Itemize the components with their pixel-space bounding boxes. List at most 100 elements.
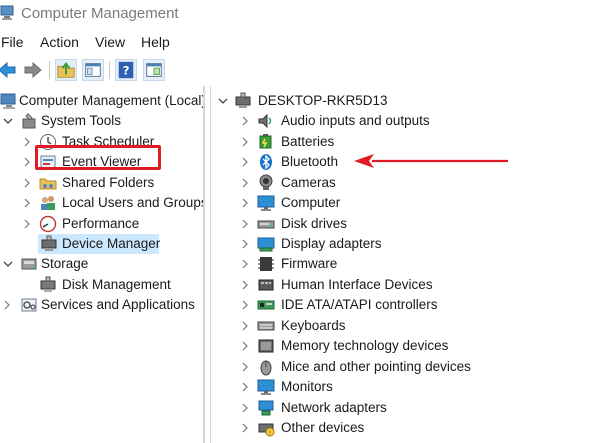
mouse-icon [260, 360, 272, 376]
device-category-label: Audio inputs and outputs [281, 113, 430, 128]
chevron-right-icon[interactable] [24, 157, 30, 167]
menu-file[interactable]: File [1, 34, 24, 50]
chevron-right-icon[interactable] [4, 300, 10, 310]
memory-icon [258, 339, 274, 353]
chevron-right-icon[interactable] [24, 137, 30, 147]
device-category-batteries[interactable]: Batteries [211, 132, 602, 152]
chevron-down-icon[interactable] [3, 261, 13, 267]
device-category-audio[interactable]: Audio inputs and outputs [211, 111, 602, 131]
tree-item-label: Local Users and Groups [62, 195, 205, 210]
unknown-device-icon: ! [258, 423, 275, 437]
device-category-firmware[interactable]: Firmware [211, 254, 602, 274]
display-adapter-icon [257, 237, 275, 252]
chevron-right-icon[interactable] [242, 239, 248, 249]
chevron-right-icon[interactable] [242, 116, 248, 126]
storage-icon [21, 258, 37, 270]
bluetooth-icon [260, 154, 272, 170]
menu-view[interactable]: View [95, 34, 125, 50]
device-category-label: Batteries [281, 134, 335, 149]
battery-icon [259, 134, 272, 149]
tree-item-shared-folders[interactable]: Shared Folders [0, 173, 203, 193]
network-adapter-icon [258, 400, 274, 416]
computer-management-icon [0, 93, 16, 109]
console-tree-pane[interactable]: Computer Management (Local) System Tools… [0, 86, 205, 443]
device-category-mice[interactable]: Mice and other pointing devices [211, 357, 602, 377]
device-category-disk-drives[interactable]: Disk drives [211, 214, 602, 234]
firmware-chip-icon [258, 257, 274, 271]
chevron-down-icon[interactable] [218, 98, 228, 104]
performance-icon [39, 215, 57, 233]
chevron-right-icon[interactable] [242, 178, 248, 188]
device-category-hid[interactable]: Human Interface Devices [211, 275, 602, 295]
tree-item-computer-management[interactable]: Computer Management (Local) [0, 91, 205, 111]
annotation-highlight-box [35, 145, 161, 170]
tree-item-label: Computer Management (Local) [19, 93, 205, 108]
tree-item-disk-management[interactable]: Disk Management [0, 275, 203, 295]
chevron-right-icon[interactable] [242, 157, 248, 167]
speaker-icon [258, 113, 272, 129]
annotation-arrow [354, 154, 508, 168]
device-tree-root[interactable]: DESKTOP-RKR5D13 [211, 91, 602, 111]
chevron-right-icon[interactable] [242, 259, 248, 269]
computer-management-app-icon [0, 5, 14, 20]
device-category-label: Memory technology devices [281, 338, 449, 353]
chevron-right-icon[interactable] [242, 280, 248, 290]
device-category-other-devices[interactable]: ! Other devices [211, 418, 602, 438]
keyboard-icon [257, 321, 275, 331]
chevron-right-icon[interactable] [242, 362, 248, 372]
device-category-label: Bluetooth [281, 154, 339, 169]
tree-item-storage[interactable]: Storage [0, 254, 203, 274]
chevron-right-icon[interactable] [242, 321, 248, 331]
chevron-down-icon[interactable] [3, 118, 13, 124]
device-tree-pane[interactable]: DESKTOP-RKR5D13 Audio inputs and outputs… [210, 86, 602, 443]
tree-item-label: Device Manager [62, 236, 161, 251]
svg-text:?: ? [123, 64, 130, 78]
tree-item-system-tools[interactable]: System Tools [0, 111, 203, 131]
device-category-computer[interactable]: Computer [211, 193, 602, 213]
device-category-monitors[interactable]: Monitors [211, 377, 602, 397]
device-manager-icon [41, 235, 57, 251]
device-category-ide-ata[interactable]: IDE ATA/ATAPI controllers [211, 295, 602, 315]
chevron-right-icon[interactable] [242, 198, 248, 208]
computer-name: DESKTOP-RKR5D13 [258, 93, 388, 108]
device-category-network-adapters[interactable]: Network adapters [211, 398, 602, 418]
computer-root-icon [235, 92, 251, 108]
tree-item-label: Disk Management [62, 277, 171, 292]
menu-help[interactable]: Help [141, 34, 170, 50]
chevron-right-icon[interactable] [242, 137, 248, 147]
device-category-memory-technology[interactable]: Memory technology devices [211, 336, 602, 356]
svg-text:!: ! [269, 430, 271, 437]
show-hide-tree-icon[interactable] [82, 59, 104, 81]
chevron-right-icon[interactable] [242, 341, 248, 351]
device-category-label: Mice and other pointing devices [281, 359, 471, 374]
up-folder-icon[interactable] [55, 59, 77, 81]
monitor-icon [257, 195, 275, 211]
chevron-right-icon[interactable] [242, 300, 248, 310]
device-category-label: Other devices [281, 420, 365, 435]
chevron-right-icon[interactable] [24, 219, 30, 229]
title-bar: Computer Management [0, 0, 602, 28]
device-category-label: Cameras [281, 175, 336, 190]
tree-item-label: Shared Folders [62, 175, 155, 190]
chevron-right-icon[interactable] [242, 423, 248, 433]
tree-item-local-users-and-groups[interactable]: Local Users and Groups [0, 193, 205, 213]
back-arrow-icon[interactable] [0, 59, 18, 81]
menu-action[interactable]: Action [40, 34, 79, 50]
chevron-right-icon[interactable] [242, 403, 248, 413]
tree-item-services-and-applications[interactable]: Services and Applications [0, 295, 203, 315]
device-category-keyboards[interactable]: Keyboards [211, 316, 602, 336]
forward-arrow-icon[interactable] [22, 59, 44, 81]
services-icon [21, 298, 37, 312]
device-category-cameras[interactable]: Cameras [211, 173, 602, 193]
device-category-label: Monitors [281, 379, 333, 394]
chevron-right-icon[interactable] [242, 382, 248, 392]
device-category-display-adapters[interactable]: Display adapters [211, 234, 602, 254]
tree-item-label: Performance [62, 216, 140, 231]
properties-icon[interactable] [143, 59, 165, 81]
chevron-right-icon[interactable] [24, 198, 30, 208]
help-icon[interactable]: ? [115, 59, 137, 81]
chevron-right-icon[interactable] [24, 178, 30, 188]
chevron-right-icon[interactable] [242, 219, 248, 229]
tree-item-performance[interactable]: Performance [0, 214, 203, 234]
tree-item-device-manager[interactable]: Device Manager [38, 234, 161, 254]
